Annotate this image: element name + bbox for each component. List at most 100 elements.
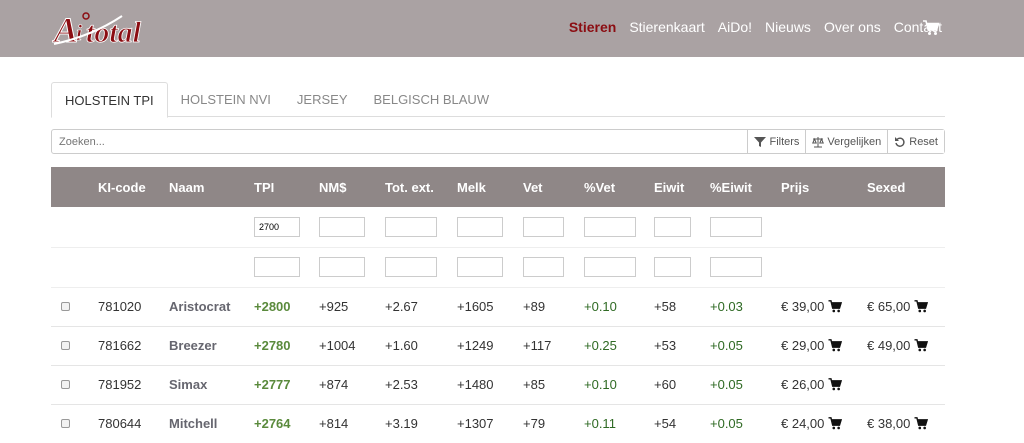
cart-icon[interactable] <box>828 417 843 430</box>
cart-icon[interactable] <box>914 417 929 430</box>
melk-min-filter[interactable] <box>457 216 503 237</box>
table-row[interactable]: 780644 Mitchell +2764 +814 +3.19 +1307 +79 +0.1… <box>51 404 945 443</box>
col-vet[interactable]: Vet <box>523 167 584 207</box>
tpi-min-filter[interactable] <box>254 216 300 237</box>
tot-ext-value: +1.60 <box>385 338 418 353</box>
filters-label: Filters <box>769 135 800 148</box>
compare-button[interactable]: Vergelijken <box>805 130 888 153</box>
nav-aido[interactable]: AiDo! <box>718 19 752 35</box>
sexed-button-cell <box>867 365 945 404</box>
prijs-button-value: € 26,00 <box>781 377 825 392</box>
col-melk[interactable]: Melk <box>457 167 523 207</box>
bull-name: Mitchell <box>169 416 218 432</box>
vet-min-filter[interactable] <box>523 216 564 237</box>
nav-stierenkaart[interactable]: Stierenkaart <box>629 19 704 35</box>
table-row[interactable]: 781662 Breezer +2780 +1004 +1.60 +1249 +117 +0.… <box>51 326 945 365</box>
col-peiwit[interactable]: %Eiwit <box>710 167 781 207</box>
tot-ext-value: +2.67 <box>385 299 418 314</box>
row-checkbox[interactable] <box>61 419 70 429</box>
col-tpi[interactable]: TPI <box>254 167 319 207</box>
pvet-value: +0.25 <box>584 338 617 353</box>
vet-max-filter[interactable] <box>523 257 564 277</box>
tab-jersey[interactable]: JERSEY <box>284 82 361 117</box>
pvet-value: +0.10 <box>584 377 617 392</box>
sexed-button[interactable]: € 38,00 <box>867 416 929 431</box>
melk-value: +1307 <box>457 416 494 432</box>
tot-ext-max-filter[interactable] <box>385 257 437 277</box>
col-nm[interactable]: NM$ <box>319 167 385 207</box>
tpi-value: +2764 <box>254 416 291 432</box>
row-checkbox[interactable] <box>61 380 70 389</box>
sexed-button[interactable]: € 49,00 <box>867 338 929 353</box>
prijs-button-value: € 29,00 <box>781 338 825 353</box>
top-navbar: A i total Stieren Stierenkaart AiDo! Nie… <box>0 0 1024 57</box>
tot-ext-value: +2.53 <box>385 377 418 392</box>
aitotal-logo[interactable]: A i total <box>52 6 182 51</box>
cart-icon[interactable] <box>828 378 843 391</box>
col-ki-code[interactable]: KI-code <box>98 167 169 207</box>
prijs-button[interactable]: € 26,00 <box>781 377 843 392</box>
eiwit-value: +60 <box>654 377 677 392</box>
nav-stieren[interactable]: Stieren <box>569 19 616 35</box>
tpi-value: +2780 <box>254 338 291 353</box>
search-bar: Filters Vergelijken Reset <box>51 129 945 154</box>
table-row[interactable]: 781952 Simax +2777 +874 +2.53 +1480 +85 +0.10 +6… <box>51 365 945 404</box>
table-row[interactable]: 781020 Aristocrat +2800 +925 +2.67 +1605 +89 +0… <box>51 287 945 326</box>
tab-belgisch-blauw[interactable]: BELGISCH BLAUW <box>361 82 503 117</box>
ki-code: 781020 <box>98 299 142 314</box>
ki-code: 781662 <box>98 338 142 353</box>
vet-value: +79 <box>523 416 546 432</box>
eiwit-min-filter[interactable] <box>654 216 691 237</box>
sexed-button[interactable]: € 65,00 <box>867 299 929 314</box>
ki-code: 781952 <box>98 377 142 392</box>
col-eiwit[interactable]: Eiwit <box>654 167 710 207</box>
tab-holstein-tpi[interactable]: HOLSTEIN TPI <box>51 82 168 118</box>
peiwit-min-filter[interactable] <box>710 216 762 237</box>
col-pvet[interactable]: %Vet <box>584 167 654 207</box>
peiwit-value: +0.05 <box>710 377 743 392</box>
melk-value: +1605 <box>457 299 494 314</box>
row-select <box>51 365 98 404</box>
melk-max-filter[interactable] <box>457 257 503 277</box>
col-sexed[interactable]: Sexed <box>867 167 945 207</box>
col-tot-ext[interactable]: Tot. ext. <box>385 167 457 207</box>
nm-min-filter[interactable] <box>319 216 365 237</box>
filters-button[interactable]: Filters <box>747 130 806 153</box>
balance-scale-icon <box>812 136 825 147</box>
cart-icon[interactable] <box>914 300 929 313</box>
prijs-button-value: € 39,00 <box>781 299 825 314</box>
tot-ext-min-filter[interactable] <box>385 216 437 237</box>
row-checkbox[interactable] <box>61 341 70 350</box>
main-nav: Stieren Stierenkaart AiDo! Nieuws Over o… <box>569 19 942 35</box>
sexed-button-value: € 49,00 <box>867 338 911 353</box>
search-input[interactable] <box>52 130 748 153</box>
bull-name: Breezer <box>169 338 217 353</box>
row-select <box>51 404 98 443</box>
row-checkbox[interactable] <box>61 302 70 311</box>
nav-over-ons[interactable]: Over ons <box>824 19 881 35</box>
prijs-button[interactable]: € 24,00 <box>781 416 843 431</box>
reset-button[interactable]: Reset <box>887 130 944 153</box>
col-prijs[interactable]: Prijs <box>781 167 867 207</box>
nm-max-filter[interactable] <box>319 257 365 277</box>
peiwit-max-filter[interactable] <box>710 257 762 277</box>
sexed-button-value: € 65,00 <box>867 299 911 314</box>
peiwit-value: +0.03 <box>710 299 743 314</box>
prijs-button-cell: € 39,00 <box>781 287 867 326</box>
pvet-min-filter[interactable] <box>584 216 636 237</box>
tab-holstein-nvi[interactable]: HOLSTEIN NVI <box>168 82 284 117</box>
prijs-button[interactable]: € 29,00 <box>781 338 843 353</box>
table-body: 781020 Aristocrat +2800 +925 +2.67 +1605 +89 +0… <box>51 287 945 443</box>
prijs-button[interactable]: € 39,00 <box>781 299 843 314</box>
cart-icon[interactable] <box>828 300 843 313</box>
cart-icon[interactable] <box>923 20 939 36</box>
cart-icon[interactable] <box>914 339 929 352</box>
tpi-max-filter[interactable] <box>254 257 300 277</box>
pvet-max-filter[interactable] <box>584 257 636 277</box>
vet-value: +85 <box>523 377 546 392</box>
cart-icon[interactable] <box>828 339 843 352</box>
nav-nieuws[interactable]: Nieuws <box>765 19 811 35</box>
prijs-button-cell: € 29,00 <box>781 326 867 365</box>
eiwit-max-filter[interactable] <box>654 257 691 277</box>
col-naam[interactable]: Naam <box>169 167 254 207</box>
